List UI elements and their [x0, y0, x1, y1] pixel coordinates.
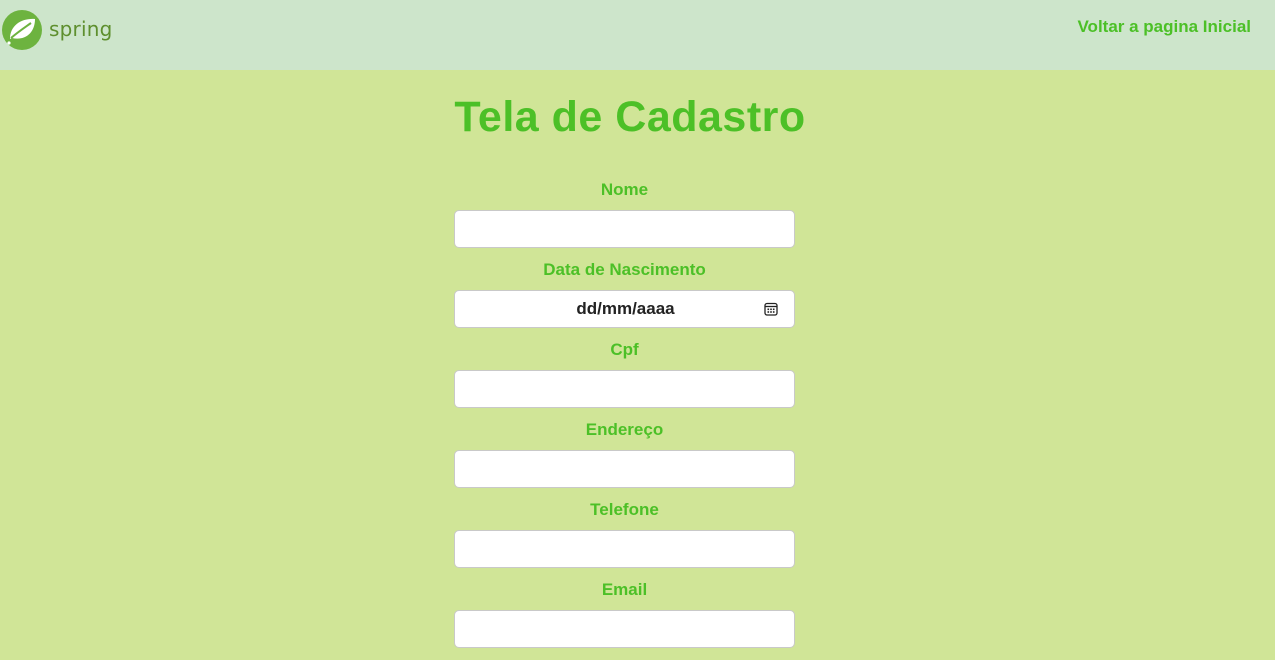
email-label: Email [601, 580, 648, 599]
telefone-label: Telefone [590, 500, 659, 519]
field-endereco: Endereço [454, 420, 795, 500]
data-nascimento-label: Data de Nascimento [543, 260, 706, 279]
field-telefone: Telefone [454, 500, 795, 580]
spring-leaf-icon [2, 10, 42, 50]
data-nascimento-input[interactable]: dd/mm/aaaa [454, 290, 795, 328]
field-nome: Nome [454, 180, 795, 260]
header-bar: spring Voltar a pagina Inicial [0, 0, 1275, 70]
registration-form: Nome Data de Nascimento dd/mm/aaaa Cpf E… [454, 180, 795, 660]
calendar-icon[interactable] [764, 302, 778, 316]
back-to-home-link[interactable]: Voltar a pagina Inicial [1077, 17, 1251, 37]
field-data-nascimento: Data de Nascimento dd/mm/aaaa [454, 260, 795, 340]
cpf-label: Cpf [610, 340, 639, 359]
email-input[interactable] [454, 610, 795, 648]
date-placeholder: dd/mm/aaaa [576, 299, 675, 318]
nome-label: Nome [600, 180, 649, 199]
nome-input[interactable] [454, 210, 795, 248]
endereco-input[interactable] [454, 450, 795, 488]
logo-text: spring [49, 16, 113, 41]
page-title: Tela de Cadastro [454, 93, 806, 141]
field-email: Email [454, 580, 795, 660]
endereco-label: Endereço [585, 420, 664, 439]
cpf-input[interactable] [454, 370, 795, 408]
field-cpf: Cpf [454, 340, 795, 420]
spring-logo[interactable]: spring [0, 7, 112, 53]
telefone-input[interactable] [454, 530, 795, 568]
